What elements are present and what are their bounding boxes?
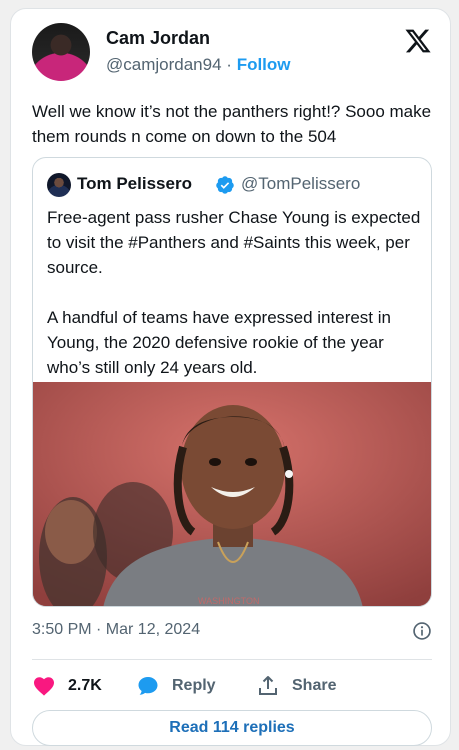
author-name[interactable]: Cam Jordan: [106, 28, 210, 49]
shirt-text: WASHINGTON: [198, 596, 260, 606]
quoted-paragraph: Free-agent pass rusher Chase Young is ex…: [47, 208, 421, 277]
divider: [32, 659, 432, 660]
share-button[interactable]: Share: [256, 672, 336, 700]
separator: ·: [226, 55, 232, 74]
tweet-text: Well we know it’s not the panthers right…: [32, 102, 432, 146]
follow-button[interactable]: Follow: [237, 55, 291, 74]
heart-icon: [34, 677, 54, 696]
like-count: 2.7K: [68, 677, 102, 694]
like-button[interactable]: 2.7K: [32, 672, 102, 700]
player-photo[interactable]: WASHINGTON: [33, 382, 431, 606]
info-icon[interactable]: [412, 621, 432, 641]
tweet-meta: 3:50 PM · Mar 12, 2024: [32, 621, 432, 645]
reply-label: Reply: [172, 677, 216, 694]
tweet-header: Cam Jordan @camjordan94 · Follow: [32, 23, 432, 83]
timestamp[interactable]: 3:50 PM · Mar 12, 2024: [32, 621, 200, 639]
quoted-author-name: Tom Pelissero: [77, 174, 192, 193]
quoted-avatar: [47, 173, 71, 197]
quoted-header: Tom Pelissero @TomPelissero: [47, 173, 427, 197]
reply-button[interactable]: Reply: [136, 672, 216, 700]
read-replies-button[interactable]: Read 114 replies: [32, 710, 432, 746]
quoted-text: Free-agent pass rusher Chase Young is ex…: [47, 205, 422, 405]
share-icon: [259, 676, 277, 695]
quoted-paragraph: A handful of teams have expressed intere…: [47, 308, 391, 377]
quoted-tweet[interactable]: Tom Pelissero @TomPelissero Free-agent p…: [32, 157, 432, 607]
author-handle[interactable]: @camjordan94: [106, 55, 222, 74]
tweet-card: Cam Jordan @camjordan94 · Follow Well we…: [10, 8, 451, 746]
quoted-author-handle: @TomPelissero: [241, 174, 361, 193]
action-bar: 2.7K Reply Share: [32, 672, 432, 702]
author-avatar[interactable]: [32, 23, 90, 81]
verified-badge-icon: [216, 176, 234, 194]
reply-bubble-icon: [138, 677, 158, 695]
x-logo-icon[interactable]: [404, 27, 432, 55]
author-handle-line: @camjordan94 · Follow: [106, 55, 291, 75]
share-label: Share: [292, 677, 337, 694]
player-photo-illustration: WASHINGTON: [33, 382, 431, 606]
